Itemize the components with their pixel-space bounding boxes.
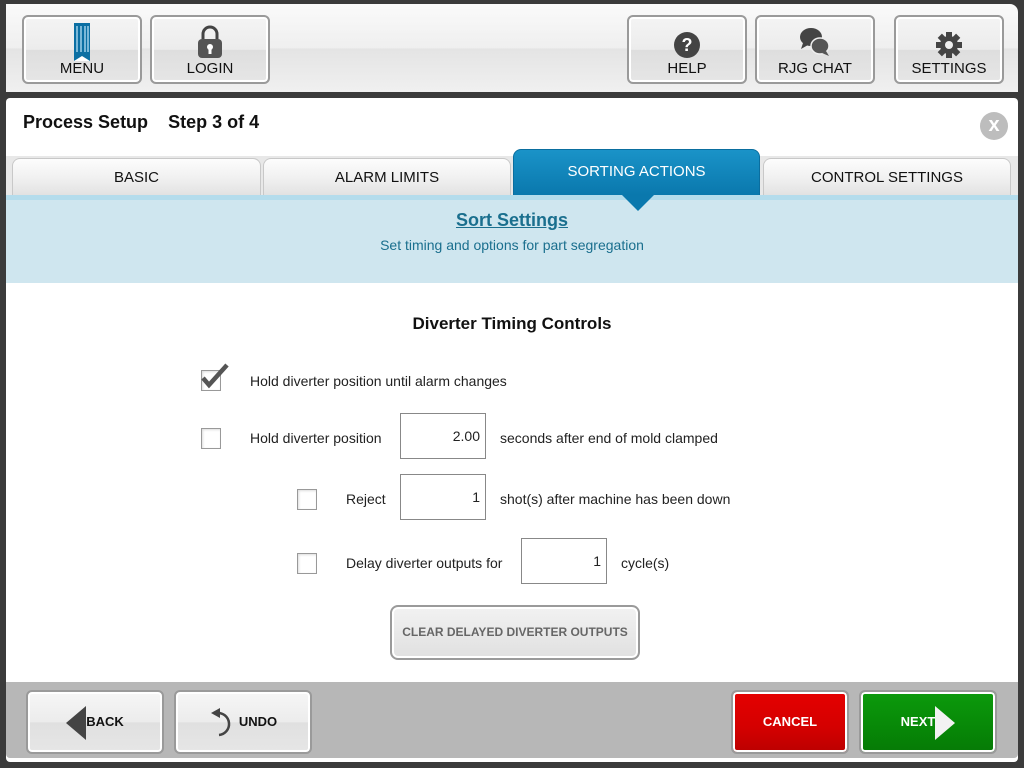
reject-shots-input[interactable] [400,474,486,520]
hold-seconds-input[interactable] [400,413,486,459]
hold-position-label: Hold diverter position [250,430,382,446]
next-label: NEXT [900,714,936,729]
svg-text:?: ? [682,35,693,55]
undo-button[interactable]: UNDO [174,690,312,754]
delay-cycles-input[interactable] [521,538,607,584]
menu-label: MENU [59,60,105,77]
diverter-timing-heading: Diverter Timing Controls [412,314,612,333]
step-indicator: Step 3 of 4 [168,112,260,132]
login-button[interactable]: LOGIN [150,15,270,84]
reject-shots-suffix: shot(s) after machine has been down [500,491,731,507]
settings-label: SETTINGS [911,60,987,77]
back-button[interactable]: BACK [26,690,164,754]
clear-delayed-outputs-button[interactable]: CLEAR DELAYED DIVERTER OUTPUTS [390,605,640,660]
hold-until-alarm-label: Hold diverter position until alarm chang… [250,373,507,389]
rjg-logo-icon [74,23,90,61]
lock-icon [198,25,222,58]
back-label: BACK [86,714,124,729]
footer-bar: BACK UNDO CANCEL NEXT [6,682,1018,758]
delay-outputs-checkbox[interactable] [297,553,317,574]
checkmark-icon [201,363,229,389]
tab-basic[interactable]: BASIC [12,158,261,195]
tab-alarm-limits[interactable]: ALARM LIMITS [263,158,511,195]
section-title: Sort Settings [455,210,568,230]
undo-icon [210,707,231,736]
tab-control-settings[interactable]: CONTROL SETTINGS [763,158,1011,195]
title-text: Process Setup [23,112,149,132]
rjg-chat-label: RJG CHAT [778,60,852,77]
top-toolbar: MENU LOGIN ? HELP RJG CHAT SETTINGS [6,4,1018,92]
reject-label: Reject [346,491,386,507]
delay-cycles-suffix: cycle(s) [621,555,670,571]
undo-label: UNDO [238,714,278,729]
help-label: HELP [667,60,707,77]
page-title: Process Setup Step 3 of 4 [23,112,279,133]
hold-position-checkbox[interactable] [201,428,221,449]
arrow-left-icon [66,705,87,740]
close-button[interactable]: x [980,112,1008,140]
hold-seconds-suffix: seconds after end of mold clamped [500,430,718,446]
chat-icon [800,28,830,56]
section-subtitle: Set timing and options for part segregat… [380,237,644,253]
next-button[interactable]: NEXT [859,690,997,754]
menu-button[interactable]: MENU [22,15,142,84]
active-tab-pointer [622,195,654,211]
process-setup-dialog: Process Setup Step 3 of 4 x BASIC ALARM L… [6,98,1018,762]
gear-icon [936,32,962,58]
rjg-chat-button[interactable]: RJG CHAT [755,15,875,84]
help-button[interactable]: ? HELP [627,15,747,84]
reject-checkbox[interactable] [297,489,317,510]
question-icon: ? [674,32,700,58]
login-label: LOGIN [186,60,234,77]
arrow-right-icon [935,705,956,740]
cancel-button[interactable]: CANCEL [731,690,849,754]
delay-outputs-label: Delay diverter outputs for [346,555,503,571]
hold-until-alarm-checkbox[interactable] [201,363,229,391]
settings-button[interactable]: SETTINGS [894,15,1004,84]
tab-sorting-actions[interactable]: SORTING ACTIONS [513,149,760,195]
